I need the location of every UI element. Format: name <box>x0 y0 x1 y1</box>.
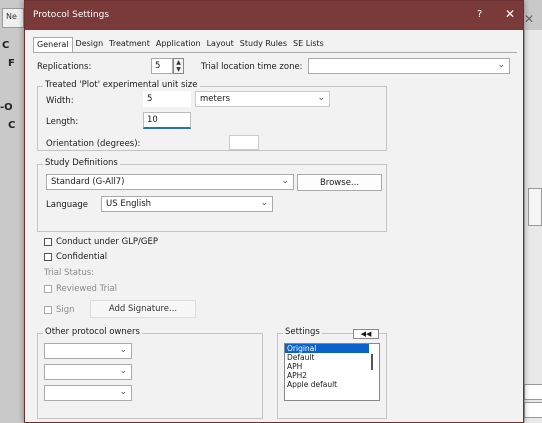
study-definitions-group-label: Study Definitions <box>43 158 120 168</box>
width-input[interactable]: 5 <box>143 91 191 107</box>
settings-collapse-button[interactable]: ◀◀ <box>353 329 379 339</box>
background-tab[interactable]: Ne <box>2 8 24 28</box>
tab-application[interactable]: Application <box>153 37 204 52</box>
replications-input[interactable]: 5 <box>151 58 173 74</box>
background-label-2: F <box>8 58 15 69</box>
reviewed-checkbox[interactable] <box>44 285 52 293</box>
chevron-down-icon: ⌄ <box>317 93 325 103</box>
list-item[interactable]: Original <box>285 344 369 353</box>
confidential-checkbox[interactable] <box>44 253 52 261</box>
spin-down-icon[interactable]: ▼ <box>174 66 183 73</box>
orientation-label: Orientation (degrees): <box>46 139 141 149</box>
dialog-title: Protocol Settings <box>33 10 110 20</box>
glp-label: Conduct under GLP/GEP <box>56 237 159 247</box>
trial-timezone-select[interactable]: ⌄ <box>308 58 510 74</box>
units-value: meters <box>200 94 230 104</box>
chevron-down-icon: ⌄ <box>119 345 127 355</box>
background-right-pane <box>524 30 542 423</box>
sign-checkbox[interactable] <box>44 306 52 314</box>
background-field-1[interactable] <box>524 384 542 400</box>
list-item[interactable]: Default <box>285 353 379 362</box>
sign-label: Sign <box>56 305 75 315</box>
width-label: Width: <box>46 96 74 106</box>
background-label-4: C <box>8 120 16 131</box>
language-label: Language <box>46 200 88 210</box>
tab-bar: General Design Treatment Application Lay… <box>33 37 327 53</box>
spin-up-icon[interactable]: ▲ <box>174 59 183 66</box>
chevron-down-icon: ⌄ <box>497 60 505 70</box>
chevron-down-icon: ⌄ <box>260 198 268 208</box>
background-field-2[interactable] <box>524 402 542 418</box>
chevron-down-icon: ⌄ <box>281 176 289 186</box>
unit-size-group-label: Treated 'Plot' experimental unit size <box>43 80 200 90</box>
tab-general[interactable]: General <box>33 37 73 53</box>
length-label: Length: <box>46 117 79 127</box>
tab-se-lists[interactable]: SE Lists <box>290 37 327 52</box>
list-scrollbar[interactable] <box>371 354 373 370</box>
list-item[interactable]: APH <box>285 362 379 371</box>
chevron-down-icon: ⌄ <box>119 366 127 376</box>
protocol-settings-dialog: Protocol Settings ? ✕ General Design Tre… <box>24 0 524 423</box>
background-label-1: C <box>2 40 10 51</box>
units-select[interactable]: meters ⌄ <box>195 91 330 107</box>
length-input[interactable]: 10 <box>143 112 191 129</box>
owner-select-3[interactable]: ⌄ <box>44 385 132 401</box>
language-select[interactable]: US English ⌄ <box>101 196 273 212</box>
close-icon[interactable]: ✕ <box>505 7 515 21</box>
owner-select-1[interactable]: ⌄ <box>44 343 132 359</box>
orientation-input[interactable] <box>229 135 259 150</box>
tab-study-rules[interactable]: Study Rules <box>237 37 290 52</box>
chevron-down-icon: ⌄ <box>119 387 127 397</box>
tab-treatment[interactable]: Treatment <box>106 37 153 52</box>
replications-spinner[interactable]: ▲ ▼ <box>173 58 184 74</box>
trial-timezone-label: Trial location time zone: <box>201 62 303 72</box>
help-icon[interactable]: ? <box>477 9 482 20</box>
study-definition-value: Standard (G-All7) <box>51 177 125 187</box>
settings-group-label: Settings <box>283 327 322 337</box>
glp-checkbox[interactable] <box>44 238 52 246</box>
study-definition-select[interactable]: Standard (G-All7) ⌄ <box>46 174 294 190</box>
owners-group-label: Other protocol owners <box>43 327 142 337</box>
tab-layout[interactable]: Layout <box>204 37 237 52</box>
replications-label: Replications: <box>37 62 92 72</box>
list-item[interactable]: APH2 <box>285 371 379 380</box>
owner-select-2[interactable]: ⌄ <box>44 364 132 380</box>
add-signature-button[interactable]: Add Signature... <box>90 300 196 318</box>
general-panel: Replications: 5 ▲ ▼ Trial location time … <box>33 52 517 419</box>
trial-status-label: Trial Status: <box>44 268 95 278</box>
background-close-icon[interactable]: ✕ <box>524 12 534 26</box>
background-label-3: -O <box>0 102 13 113</box>
reviewed-label: Reviewed Trial <box>56 284 118 294</box>
confidential-label: Confidential <box>56 252 108 262</box>
background-scroll-button[interactable] <box>528 188 542 226</box>
language-value: US English <box>106 199 152 209</box>
browse-button[interactable]: Browse... <box>297 174 382 191</box>
list-item[interactable]: Apple default <box>285 380 379 389</box>
title-bar[interactable]: Protocol Settings ? ✕ <box>25 1 523 30</box>
settings-list[interactable]: Original Default APH APH2 Apple default <box>284 343 380 401</box>
tab-design[interactable]: Design <box>73 37 107 52</box>
